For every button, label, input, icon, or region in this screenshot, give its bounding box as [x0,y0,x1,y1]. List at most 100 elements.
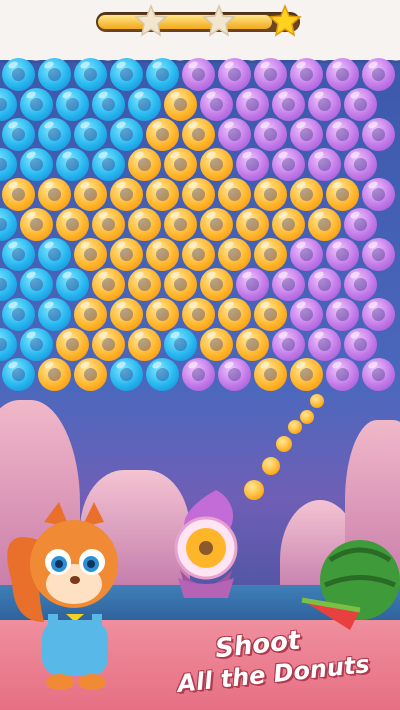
aim-dot [310,394,324,408]
purple-donut-bubble [326,358,359,391]
purple-donut-bubble [362,358,395,391]
purple-donut-bubble [362,298,395,331]
purple-donut-bubble [344,268,377,301]
yellow-donut-bubble [110,178,143,211]
purple-donut-bubble [344,328,377,361]
purple-donut-bubble [236,148,269,181]
yellow-donut-bubble [128,328,161,361]
purple-donut-bubble [326,118,359,151]
yellow-donut-bubble [20,208,53,241]
star-earned-icon [268,4,302,37]
yellow-donut-bubble [182,178,215,211]
blue-donut-bubble [146,58,179,91]
blue-donut-bubble [38,298,71,331]
blue-donut-bubble [20,328,53,361]
score-progress-fill [98,15,272,29]
purple-donut-bubble [344,88,377,121]
blue-donut-bubble [74,58,107,91]
blue-donut-bubble [20,148,53,181]
yellow-donut-bubble [128,268,161,301]
blue-donut-bubble [2,358,35,391]
blue-donut-bubble [146,358,179,391]
yellow-donut-bubble [146,238,179,271]
yellow-donut-bubble [254,358,287,391]
yellow-donut-bubble [38,178,71,211]
yellow-donut-bubble [128,208,161,241]
yellow-donut-bubble [200,148,233,181]
yellow-donut-bubble [110,238,143,271]
yellow-donut-bubble [38,358,71,391]
blue-donut-bubble [38,118,71,151]
blue-donut-bubble [2,298,35,331]
yellow-donut-bubble [182,238,215,271]
blue-donut-bubble [0,148,17,181]
yellow-donut-bubble [182,118,215,151]
star-icon [134,4,168,37]
purple-donut-bubble [362,118,395,151]
yellow-donut-bubble [308,208,341,241]
donut-shooter[interactable] [166,490,246,600]
aim-dot [244,480,264,500]
yellow-donut-bubble [74,358,107,391]
yellow-donut-bubble [200,328,233,361]
purple-donut-bubble [308,328,341,361]
yellow-donut-bubble [164,268,197,301]
blue-donut-bubble [38,58,71,91]
purple-donut-bubble [182,358,215,391]
purple-donut-bubble [308,268,341,301]
yellow-donut-bubble [200,268,233,301]
yellow-donut-bubble [236,208,269,241]
purple-donut-bubble [200,88,233,121]
yellow-donut-bubble [326,178,359,211]
purple-donut-bubble [182,58,215,91]
purple-donut-bubble [218,118,251,151]
blue-donut-bubble [38,238,71,271]
game-stage[interactable]: Shoot All the Donuts [0,0,400,710]
watermelon-decoration [301,540,400,630]
blue-donut-bubble [56,268,89,301]
yellow-donut-bubble [146,118,179,151]
blue-donut-bubble [0,208,17,241]
yellow-donut-bubble [164,148,197,181]
purple-donut-bubble [272,148,305,181]
purple-donut-bubble [290,298,323,331]
yellow-donut-bubble [200,208,233,241]
yellow-donut-bubble [56,328,89,361]
purple-donut-bubble [254,58,287,91]
purple-donut-bubble [326,58,359,91]
aim-dot [288,420,302,434]
purple-donut-bubble [362,58,395,91]
blue-donut-bubble [2,58,35,91]
yellow-donut-bubble [128,148,161,181]
purple-donut-bubble [326,298,359,331]
purple-donut-bubble [272,268,305,301]
yellow-donut-bubble [218,178,251,211]
aim-dot [300,410,314,424]
yellow-donut-bubble [290,358,323,391]
yellow-donut-bubble [182,298,215,331]
blue-donut-bubble [110,118,143,151]
purple-donut-bubble [308,148,341,181]
purple-donut-bubble [218,358,251,391]
yellow-donut-bubble [74,178,107,211]
blue-donut-bubble [128,88,161,121]
blue-donut-bubble [56,148,89,181]
blue-donut-bubble [74,118,107,151]
yellow-donut-bubble [74,298,107,331]
yellow-donut-bubble [254,238,287,271]
purple-donut-bubble [362,178,395,211]
purple-donut-bubble [308,88,341,121]
purple-donut-bubble [236,268,269,301]
yellow-donut-bubble [164,208,197,241]
yellow-donut-bubble [272,208,305,241]
yellow-donut-bubble [74,238,107,271]
aim-dot [262,457,280,475]
yellow-donut-bubble [2,178,35,211]
blue-donut-bubble [2,238,35,271]
yellow-donut-bubble [254,298,287,331]
purple-donut-bubble [290,58,323,91]
purple-donut-bubble [272,328,305,361]
purple-donut-bubble [344,208,377,241]
yellow-donut-bubble [218,238,251,271]
star-icon [202,4,236,37]
